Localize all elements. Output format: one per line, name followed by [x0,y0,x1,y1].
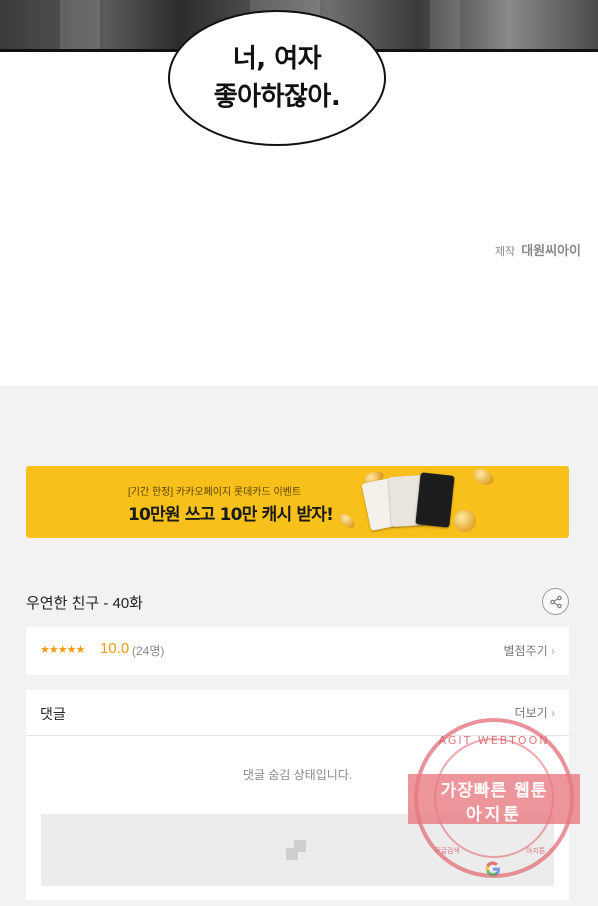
share-icon [549,595,562,608]
chevron-right-icon: › [551,644,555,658]
star-rating-icon: ★★★★★ [40,643,85,656]
share-button[interactable] [542,588,569,615]
production-credit: 제작 대원씨아이 [495,240,581,259]
coin-icon [454,510,476,532]
speech-line-2: 좋아하잖아. [213,82,341,112]
watermark-top-text: AGIT WEBTOON [438,734,550,747]
rate-button[interactable]: 별점주기 › [503,642,555,659]
credit-studio: 대원씨아이 [521,243,581,258]
image-placeholder-icon [286,840,306,860]
episode-title: 우연한 친구 - 40화 [26,595,143,612]
black-card-image [415,472,455,528]
comments-title: 댓글 [40,706,66,722]
credit-label: 제작 [494,246,516,258]
coin-icon [336,511,358,531]
google-logo-icon [485,861,500,877]
speech-bubble: 너, 여자 좋아하잖아. [168,10,386,146]
rating-score: 10.0 [100,640,130,657]
coin-icon [470,466,496,488]
watermark-stamp: AGIT WEBTOON 가장빠른 웹툰 아지툰 구글검색 아지툰 [408,712,580,884]
event-banner[interactable]: [기간 한정] 카카오페이지 롯데카드 이벤트 10만원 쓰고 10만 캐시 받… [26,466,569,538]
watermark-line-1: 가장빠른 웹툰 [440,781,548,801]
rating-count: (24명) [132,644,165,658]
banner-subtitle: [기간 한정] 카카오페이지 롯데카드 이벤트 [128,487,302,498]
watermark-bottom-right: 아지툰 [526,847,546,855]
speech-line-1: 너, 여자 [232,44,322,74]
rate-button-label: 별점주기 [503,644,548,658]
watermark-bottom-left: 구글검색 [434,847,460,855]
watermark-line-2: 아지툰 [466,805,522,825]
comic-panel: 너, 여자 좋아하잖아. 제작 대원씨아이 [0,0,598,386]
banner-headline: 10만원 쓰고 10만 캐시 받자! [128,505,334,525]
rating-section: ★★★★★ 10.0 (24명) 별점주기 › [26,627,569,675]
